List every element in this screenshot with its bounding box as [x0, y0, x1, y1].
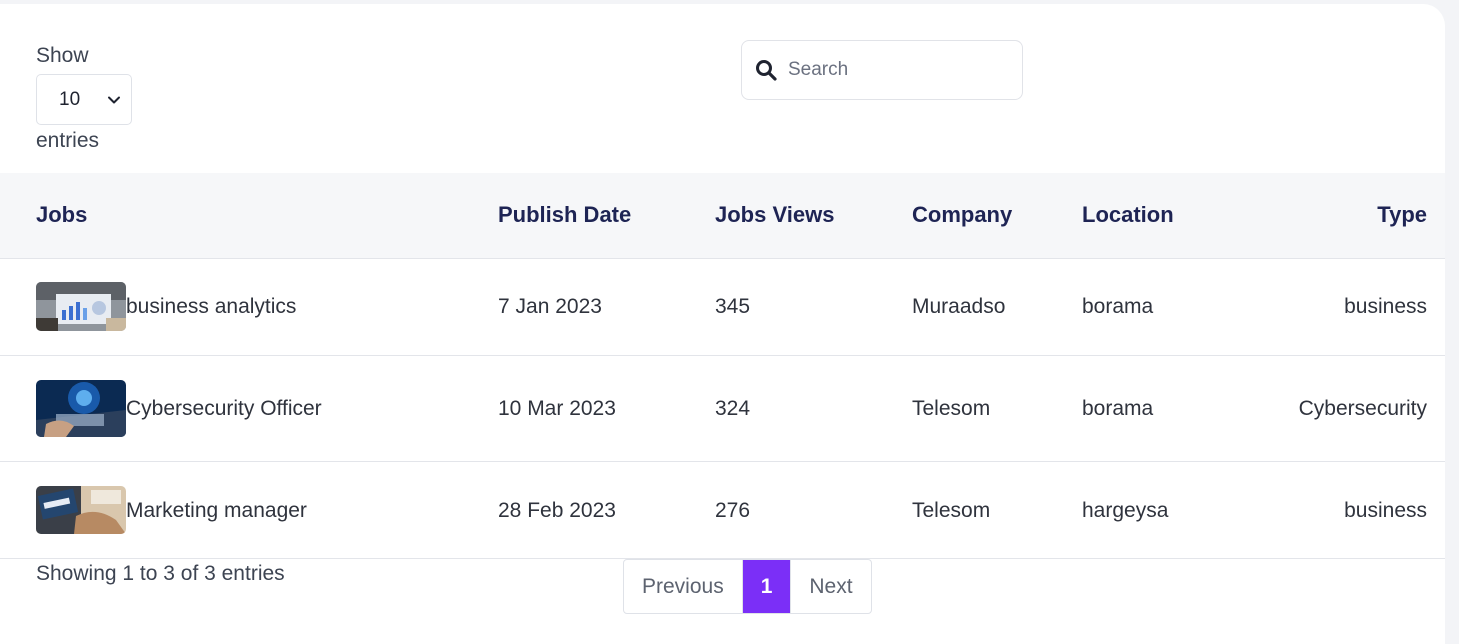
job-type: business	[1344, 499, 1427, 522]
previous-page-button[interactable]: Previous	[624, 560, 743, 613]
table-header: Jobs Publish Date Jobs Views Company Loc…	[0, 173, 1445, 259]
entries-per-page-select[interactable]: 10	[36, 74, 132, 125]
search-icon	[756, 60, 777, 81]
marketing-thumbnail	[36, 486, 126, 534]
job-views: 324	[715, 397, 751, 420]
next-page-button[interactable]: Next	[790, 560, 870, 613]
table-row: Marketing manager 28 Feb 2023 276 Teleso…	[0, 462, 1445, 559]
location: hargeysa	[1082, 499, 1169, 522]
jobs-table-card: Show 10 entries Search Jobs Publish Date…	[0, 4, 1445, 644]
location: borama	[1082, 295, 1154, 318]
publish-date: 28 Feb 2023	[498, 499, 616, 522]
publish-date: 7 Jan 2023	[498, 295, 602, 318]
job-views: 345	[715, 295, 751, 318]
entries-length-control: Show 10 entries	[36, 44, 132, 153]
column-header-company[interactable]: Company	[912, 202, 1012, 228]
chevron-down-icon	[108, 96, 120, 104]
table-row: Cybersecurity Officer 10 Mar 2023 324 Te…	[0, 356, 1445, 462]
column-header-location[interactable]: Location	[1082, 202, 1174, 228]
publish-date: 10 Mar 2023	[498, 397, 616, 420]
job-title[interactable]: business analytics	[126, 294, 296, 320]
entries-per-page-value: 10	[59, 89, 81, 110]
business-analytics-thumbnail	[36, 282, 126, 331]
company: Telesom	[912, 397, 991, 420]
search-placeholder: Search	[788, 59, 849, 80]
cybersecurity-thumbnail	[36, 380, 126, 437]
location: borama	[1082, 397, 1154, 420]
column-header-type[interactable]: Type	[1377, 202, 1427, 228]
show-label: Show	[36, 44, 89, 67]
job-type: Cybersecurity	[1298, 397, 1427, 420]
column-header-jobs[interactable]: Jobs	[36, 202, 87, 228]
job-views: 276	[715, 499, 751, 522]
column-header-jobs-views[interactable]: Jobs Views	[715, 202, 834, 228]
entries-label: entries	[36, 129, 100, 152]
pagination-info: Showing 1 to 3 of 3 entries	[36, 562, 285, 585]
job-title[interactable]: Cybersecurity Officer	[126, 396, 322, 422]
search-input[interactable]: Search	[741, 40, 1023, 100]
job-title[interactable]: Marketing manager	[126, 498, 307, 524]
page-background-strip	[1445, 0, 1459, 630]
column-header-publish-date[interactable]: Publish Date	[498, 202, 631, 228]
page-1-button[interactable]: 1	[742, 560, 791, 613]
job-type: business	[1344, 295, 1427, 318]
table-row: business analytics 7 Jan 2023 345 Muraad…	[0, 259, 1445, 356]
pagination: Previous 1 Next	[623, 559, 872, 614]
company: Telesom	[912, 499, 991, 522]
company: Muraadso	[912, 295, 1006, 318]
